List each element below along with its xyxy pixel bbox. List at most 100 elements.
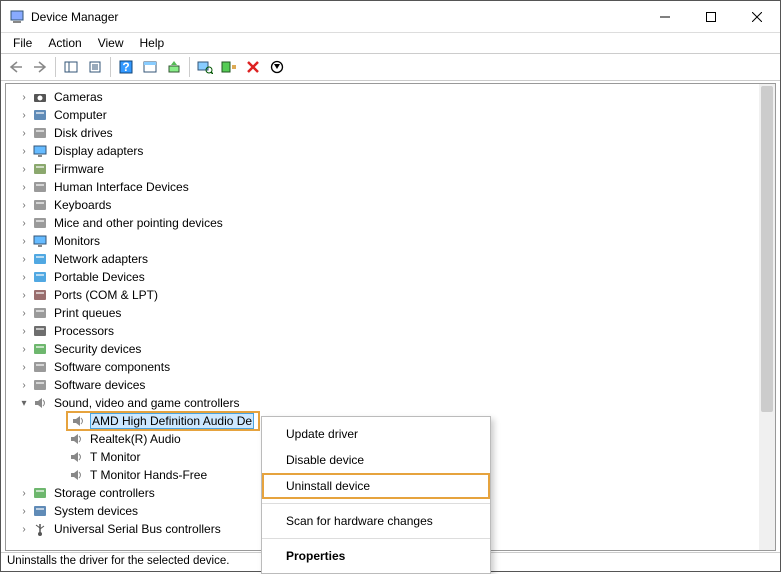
tree-item-label: Print queues bbox=[52, 306, 123, 320]
tree-item[interactable]: › Network adapters bbox=[6, 250, 775, 268]
close-button[interactable] bbox=[734, 1, 780, 32]
tree-item[interactable]: ›Security devices bbox=[6, 340, 775, 358]
tree-item[interactable]: ›Keyboards bbox=[6, 196, 775, 214]
expand-arrow-icon[interactable]: › bbox=[18, 236, 30, 247]
expand-arrow-icon[interactable]: › bbox=[18, 182, 30, 193]
expand-arrow-icon[interactable]: › bbox=[18, 488, 30, 499]
expand-arrow-icon[interactable]: › bbox=[18, 146, 30, 157]
tree-item-label: AMD High Definition Audio De bbox=[90, 413, 254, 429]
tree-item[interactable]: › Mice and other pointing devices bbox=[6, 214, 775, 232]
scan-hardware-icon[interactable] bbox=[194, 56, 216, 78]
menu-action[interactable]: Action bbox=[42, 34, 87, 52]
tree-item[interactable]: › Monitors bbox=[6, 232, 775, 250]
device-icon bbox=[32, 233, 48, 249]
tree-item[interactable]: › Disk drives bbox=[6, 124, 775, 142]
tree-item[interactable]: ›Ports (COM & LPT) bbox=[6, 286, 775, 304]
tree-item[interactable]: › Computer bbox=[6, 106, 775, 124]
menu-file[interactable]: File bbox=[7, 34, 38, 52]
device-icon bbox=[32, 377, 48, 393]
forward-button[interactable] bbox=[29, 56, 51, 78]
expand-arrow-icon[interactable]: ▾ bbox=[18, 398, 30, 409]
app-icon bbox=[9, 9, 25, 25]
expand-arrow-icon[interactable]: › bbox=[18, 218, 30, 229]
context-menu-item[interactable]: Update driver bbox=[262, 421, 490, 447]
tree-item-label: Software devices bbox=[52, 378, 147, 392]
maximize-button[interactable] bbox=[688, 1, 734, 32]
tree-item-label: Disk drives bbox=[52, 126, 115, 140]
tree-item-label: Software components bbox=[52, 360, 172, 374]
expand-arrow-icon[interactable]: › bbox=[18, 200, 30, 211]
tree-item[interactable]: ›Human Interface Devices bbox=[6, 178, 775, 196]
add-hardware-icon[interactable] bbox=[218, 56, 240, 78]
expand-arrow-icon[interactable]: › bbox=[18, 380, 30, 391]
expand-arrow-icon[interactable]: › bbox=[18, 524, 30, 535]
menu-view[interactable]: View bbox=[92, 34, 130, 52]
tree-item-label: Computer bbox=[52, 108, 109, 122]
minimize-button[interactable] bbox=[642, 1, 688, 32]
tree-item[interactable]: ▾ Sound, video and game controllers bbox=[6, 394, 775, 412]
tree-item[interactable]: ›Firmware bbox=[6, 160, 775, 178]
tree-item-label: Portable Devices bbox=[52, 270, 147, 284]
scrollbar[interactable] bbox=[759, 84, 775, 550]
tree-item-label: Universal Serial Bus controllers bbox=[52, 522, 223, 536]
toolbar: ? bbox=[1, 53, 780, 81]
context-menu-item[interactable]: Uninstall device bbox=[262, 473, 490, 499]
expand-arrow-icon[interactable]: › bbox=[18, 290, 30, 301]
expand-arrow-icon[interactable]: › bbox=[18, 506, 30, 517]
expand-arrow-icon[interactable]: › bbox=[18, 92, 30, 103]
disable-icon[interactable] bbox=[266, 56, 288, 78]
device-icon bbox=[32, 179, 48, 195]
menu-bar: File Action View Help bbox=[1, 33, 780, 53]
tree-item-label: Cameras bbox=[52, 90, 105, 104]
context-menu-item[interactable]: Scan for hardware changes bbox=[262, 508, 490, 534]
tool-icon[interactable] bbox=[139, 56, 161, 78]
window-title: Device Manager bbox=[31, 10, 642, 24]
context-menu-item[interactable]: Properties bbox=[262, 543, 490, 569]
show-hide-tree-button[interactable] bbox=[60, 56, 82, 78]
expand-arrow-icon[interactable]: › bbox=[18, 308, 30, 319]
expand-arrow-icon[interactable]: › bbox=[18, 110, 30, 121]
properties-button[interactable] bbox=[84, 56, 106, 78]
device-icon bbox=[32, 107, 48, 123]
tree-item-label: Monitors bbox=[52, 234, 102, 248]
device-icon bbox=[32, 161, 48, 177]
device-icon bbox=[32, 125, 48, 141]
device-icon bbox=[68, 467, 84, 483]
expand-arrow-icon[interactable]: › bbox=[18, 272, 30, 283]
device-icon bbox=[32, 197, 48, 213]
tree-item[interactable]: › Display adapters bbox=[6, 142, 775, 160]
expand-arrow-icon[interactable]: › bbox=[18, 362, 30, 373]
expand-arrow-icon[interactable]: › bbox=[18, 128, 30, 139]
tree-item-label: T Monitor Hands-Free bbox=[88, 468, 209, 482]
tree-item-label: Mice and other pointing devices bbox=[52, 216, 225, 230]
tree-item[interactable]: › Processors bbox=[6, 322, 775, 340]
expand-arrow-icon[interactable]: › bbox=[18, 254, 30, 265]
device-icon bbox=[32, 323, 48, 339]
uninstall-icon[interactable] bbox=[242, 56, 264, 78]
device-icon bbox=[32, 215, 48, 231]
tree-item-label: Storage controllers bbox=[52, 486, 157, 500]
tree-item[interactable]: › Print queues bbox=[6, 304, 775, 322]
help-button[interactable]: ? bbox=[115, 56, 137, 78]
tree-item-label: Display adapters bbox=[52, 144, 145, 158]
menu-help[interactable]: Help bbox=[134, 34, 171, 52]
tree-item[interactable]: › Portable Devices bbox=[6, 268, 775, 286]
tree-item[interactable]: › Software devices bbox=[6, 376, 775, 394]
context-menu-item[interactable]: Disable device bbox=[262, 447, 490, 473]
expand-arrow-icon[interactable]: › bbox=[18, 344, 30, 355]
back-button[interactable] bbox=[5, 56, 27, 78]
expand-arrow-icon[interactable]: › bbox=[18, 326, 30, 337]
update-driver-icon[interactable] bbox=[163, 56, 185, 78]
tree-item[interactable]: › Cameras bbox=[6, 88, 775, 106]
svg-text:?: ? bbox=[122, 60, 129, 74]
tree-item-label: Processors bbox=[52, 324, 116, 338]
tree-item-label: T Monitor bbox=[88, 450, 142, 464]
device-icon bbox=[32, 503, 48, 519]
tree-item-label: Sound, video and game controllers bbox=[52, 396, 241, 410]
tree-item[interactable]: › Software components bbox=[6, 358, 775, 376]
device-icon bbox=[32, 305, 48, 321]
expand-arrow-icon[interactable]: › bbox=[18, 164, 30, 175]
tree-item-label: Network adapters bbox=[52, 252, 150, 266]
device-icon bbox=[32, 341, 48, 357]
device-icon bbox=[32, 359, 48, 375]
